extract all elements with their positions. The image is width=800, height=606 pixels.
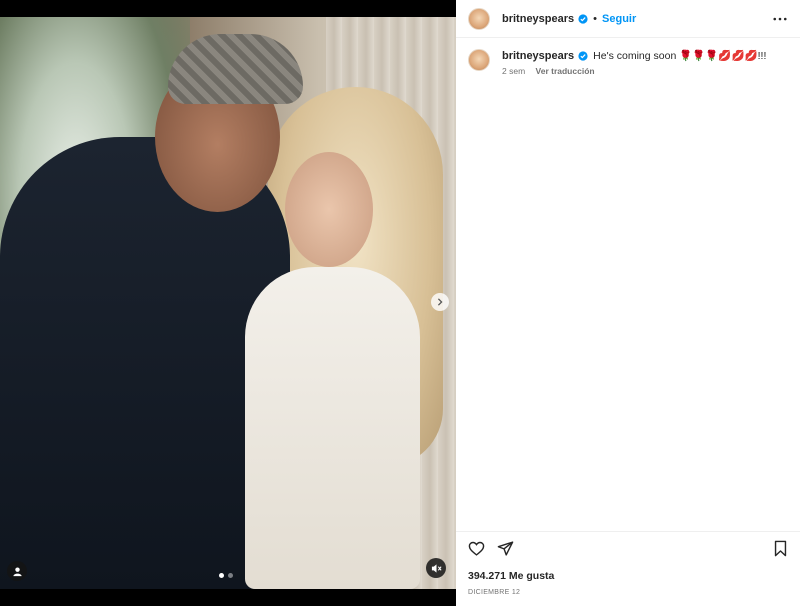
carousel-next-button[interactable]: [431, 293, 449, 311]
see-translation-link[interactable]: Ver traducción: [536, 66, 595, 76]
more-options-icon: [773, 17, 787, 21]
chevron-right-icon: [437, 298, 443, 306]
woman-face: [285, 152, 373, 267]
actions-divider: [456, 531, 800, 532]
woman-figure: [245, 267, 420, 589]
volume-off-icon: [431, 563, 442, 573]
heart-icon: [468, 541, 485, 556]
carousel-dot-active: [219, 573, 224, 578]
likes-count[interactable]: 394.271 Me gusta: [468, 570, 554, 582]
man-cap: [168, 34, 303, 104]
post-header: britneyspears • Seguir: [456, 0, 800, 38]
carousel-dot: [228, 573, 233, 578]
header-separator: •: [593, 12, 598, 25]
tagged-users-button[interactable]: [7, 561, 27, 581]
caption-meta: 2 sem Ver traducción: [502, 66, 766, 76]
verified-badge-icon: [578, 13, 588, 24]
post-date[interactable]: DICIEMBRE 12: [468, 589, 520, 596]
caption-line: britneyspears He's coming soon 🌹🌹🌹💋💋💋!!!: [502, 48, 766, 64]
caption-username[interactable]: britneyspears: [502, 48, 574, 64]
save-button[interactable]: [773, 540, 788, 557]
bookmark-icon: [774, 540, 787, 557]
caption-body: britneyspears He's coming soon 🌹🌹🌹💋💋💋!!!…: [502, 48, 766, 76]
like-button[interactable]: [468, 540, 485, 557]
post-photo: [0, 17, 456, 589]
follow-button[interactable]: Seguir: [602, 13, 636, 25]
post-media[interactable]: [0, 0, 456, 606]
caption-avatar[interactable]: [468, 49, 490, 71]
header-username[interactable]: britneyspears: [502, 13, 574, 25]
paper-plane-icon: [497, 541, 514, 556]
post-actions: [468, 540, 514, 557]
mute-button[interactable]: [426, 558, 446, 578]
verified-badge-icon: [578, 51, 588, 61]
user-tag-icon: [12, 566, 22, 576]
caption-text: He's coming soon 🌹🌹🌹💋💋💋!!!: [593, 50, 767, 62]
time-ago[interactable]: 2 sem: [502, 66, 525, 76]
share-button[interactable]: [497, 540, 514, 557]
post-sidebar: britneyspears • Seguir britneyspears He'…: [456, 0, 800, 606]
carousel-indicator: [219, 573, 233, 578]
post-caption: britneyspears He's coming soon 🌹🌹🌹💋💋💋!!!…: [468, 48, 788, 76]
more-options-button[interactable]: [772, 11, 788, 27]
avatar[interactable]: [468, 7, 490, 30]
